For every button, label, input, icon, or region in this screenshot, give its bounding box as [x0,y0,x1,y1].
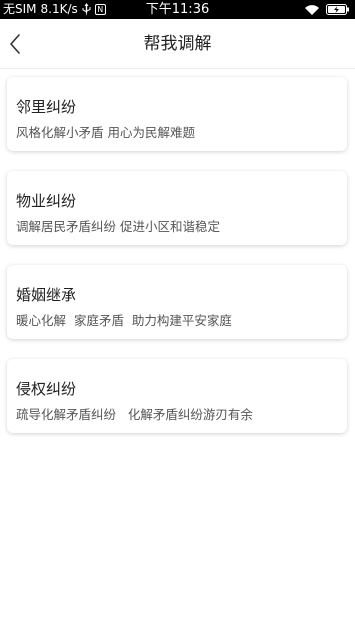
category-title: 物业纠纷 [16,192,77,210]
category-card-infringement[interactable]: 侵权纠纷 疏导化解矛盾纠纷 化解矛盾纠纷游刃有余 [7,359,347,433]
category-description: 疏导化解矛盾纠纷 化解矛盾纠纷游刃有余 [16,407,253,422]
category-description: 暖心化解 家庭矛盾 助力构建平安家庭 [16,313,232,328]
category-title: 侵权纠纷 [16,380,77,398]
category-title: 婚姻继承 [16,286,77,304]
mediation-category-list: 邻里纠纷 风格化解小矛盾 用心为民解难题 物业纠纷 调解居民矛盾纠纷 促进小区和… [7,77,347,453]
wifi-icon [305,4,319,15]
status-time: 下午11:36 [145,2,210,17]
category-card-marriage-inheritance[interactable]: 婚姻继承 暖心化解 家庭矛盾 助力构建平安家庭 [7,265,347,339]
nav-bar: 帮我调解 [0,19,355,69]
category-description: 风格化解小矛盾 用心为民解难题 [16,125,195,140]
battery-charging-icon [326,4,349,15]
status-bar: 无SIM 8.1K/s N 下午11:36 [0,0,355,19]
page-title: 帮我调解 [143,34,212,54]
category-card-property[interactable]: 物业纠纷 调解居民矛盾纠纷 促进小区和谐稳定 [7,171,347,245]
category-card-neighbor[interactable]: 邻里纠纷 风格化解小矛盾 用心为民解难题 [7,77,347,151]
category-title: 邻里纠纷 [16,98,77,116]
category-description: 调解居民矛盾纠纷 促进小区和谐稳定 [16,219,220,234]
status-right [304,0,350,19]
